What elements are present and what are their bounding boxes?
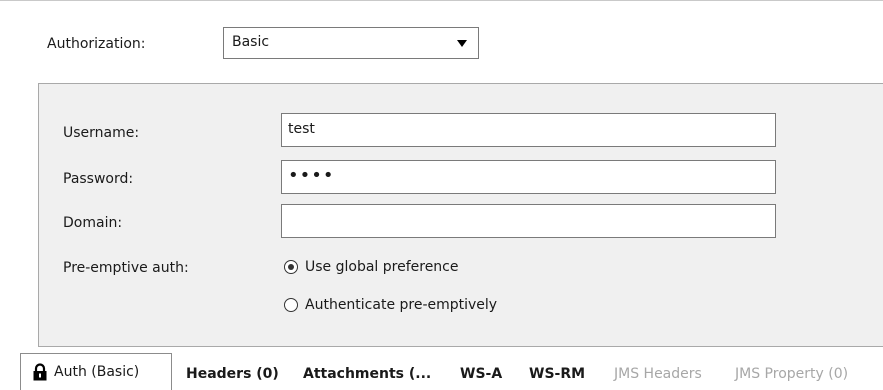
radio-option-authenticate-preemptively[interactable]: Authenticate pre-emptively xyxy=(284,297,497,313)
dropdown-arrow-icon[interactable] xyxy=(457,40,467,47)
lock-icon xyxy=(33,363,47,381)
tab-attachments[interactable]: Attachments (... xyxy=(303,366,431,382)
password-mask: •••• xyxy=(288,165,335,186)
tab-ws-rm[interactable]: WS-RM xyxy=(529,366,585,382)
password-label: Password: xyxy=(63,171,134,187)
username-value: test xyxy=(288,121,315,137)
radio-checked-icon[interactable] xyxy=(284,260,298,274)
radio-label: Authenticate pre-emptively xyxy=(305,297,498,313)
tab-label: Auth (Basic) xyxy=(54,364,140,380)
tab-ws-a[interactable]: WS-A xyxy=(460,366,502,382)
username-label: Username: xyxy=(63,125,140,141)
radio-unchecked-icon[interactable] xyxy=(284,298,298,312)
authorization-select[interactable]: Basic xyxy=(223,27,479,59)
radio-label: Use global preference xyxy=(305,259,459,275)
tab-bar: Auth (Basic) Headers (0) Attachments (..… xyxy=(0,349,883,390)
password-field[interactable]: •••• xyxy=(281,160,776,194)
top-divider xyxy=(0,0,883,1)
domain-field[interactable] xyxy=(281,204,776,238)
preemptive-auth-label: Pre-emptive auth: xyxy=(63,260,189,276)
radio-option-use-global-preference[interactable]: Use global preference xyxy=(284,259,459,275)
username-field[interactable]: test xyxy=(281,113,776,147)
tab-jms-headers: JMS Headers xyxy=(614,366,702,382)
tab-auth-basic[interactable]: Auth (Basic) xyxy=(20,353,172,390)
authorization-label: Authorization: xyxy=(47,36,146,52)
domain-label: Domain: xyxy=(63,215,123,231)
authorization-select-value: Basic xyxy=(232,34,270,50)
tab-headers[interactable]: Headers (0) xyxy=(186,366,279,382)
tab-jms-property: JMS Property (0) xyxy=(735,366,849,382)
